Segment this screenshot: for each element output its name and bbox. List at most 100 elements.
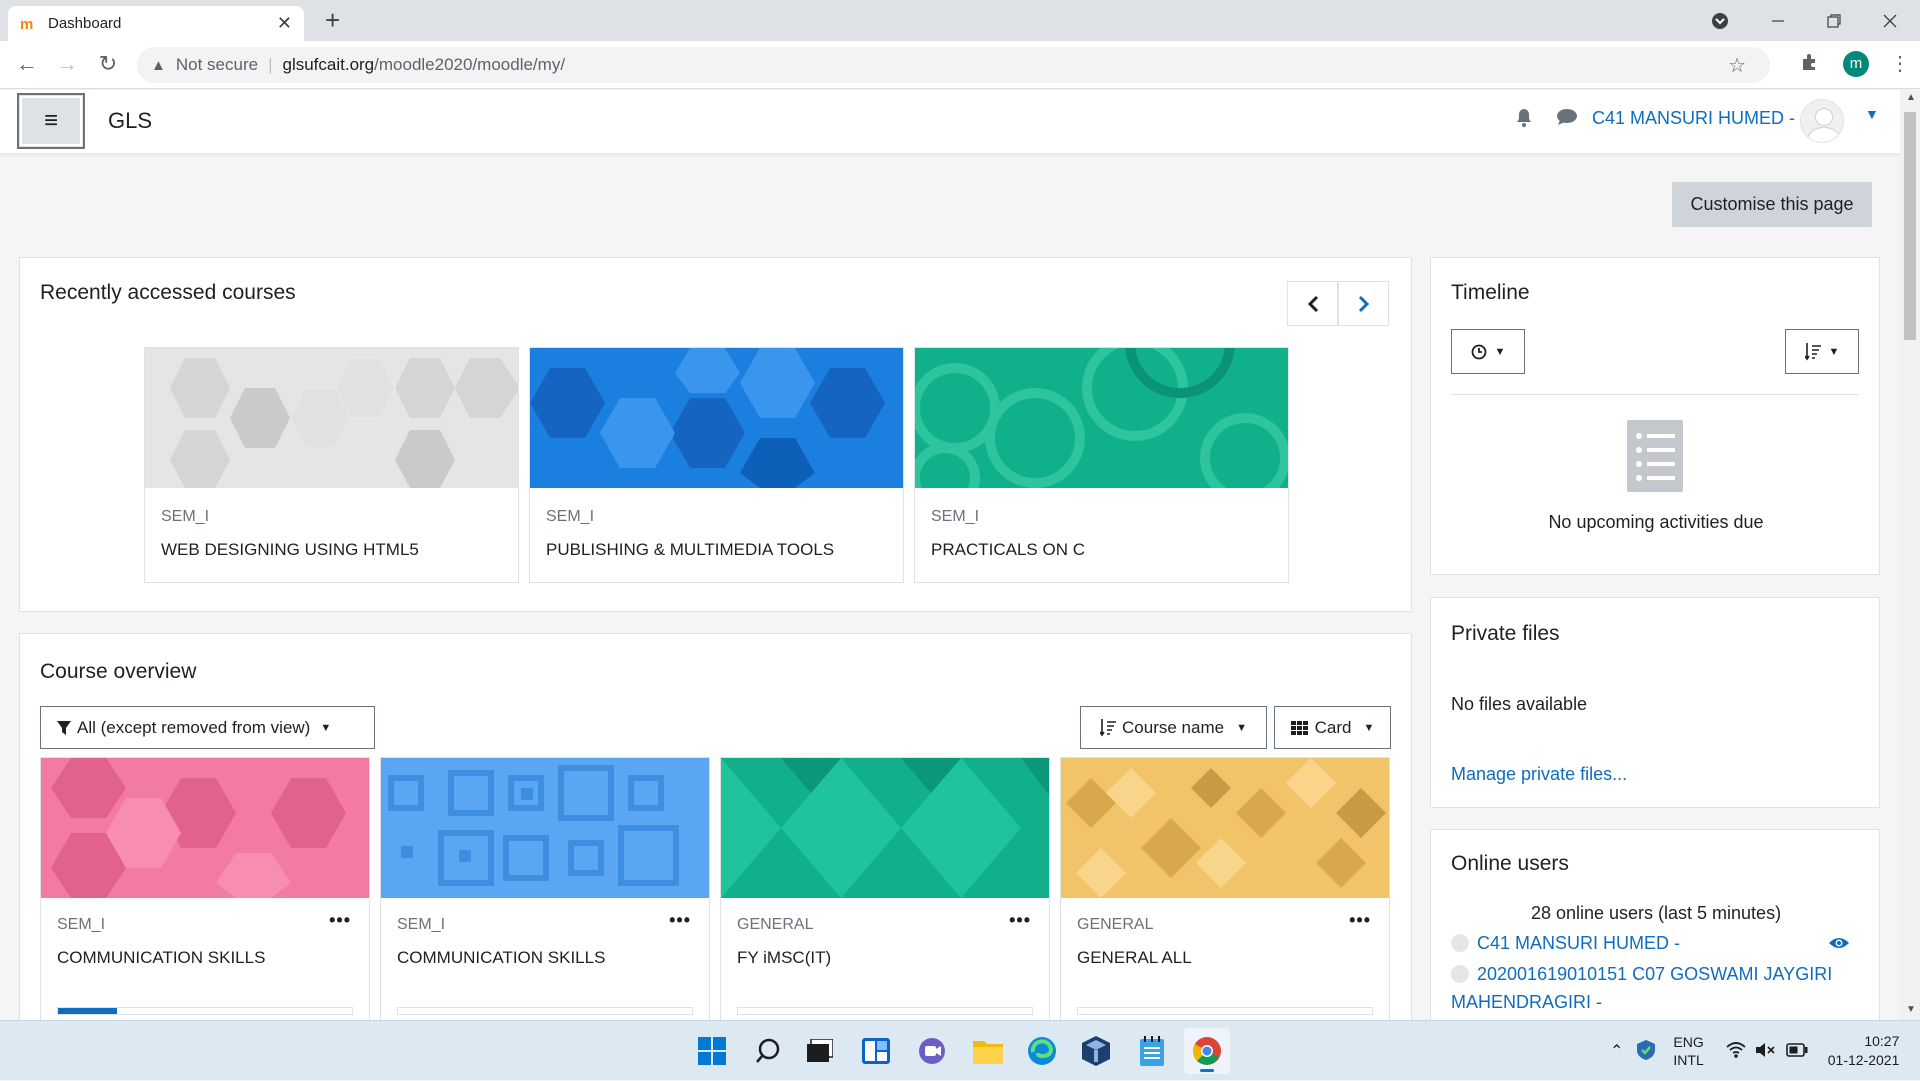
private-files-block: Private files No files available Manage …	[1430, 597, 1880, 808]
course-category: GENERAL	[1077, 916, 1154, 933]
course-actions-menu-icon[interactable]: •••	[1009, 910, 1031, 931]
online-user-link[interactable]: 202001619010151 C07 GOSWAMI JAYGIRI	[1477, 964, 1832, 984]
warning-triangle-icon: ▲	[151, 56, 166, 74]
course-name[interactable]: FY iMSC(IT)	[737, 948, 831, 968]
nav-drawer-toggle-button[interactable]: ≡	[17, 93, 85, 149]
course-image[interactable]	[41, 758, 369, 898]
widgets-icon[interactable]	[860, 1035, 892, 1067]
course-image[interactable]	[915, 348, 1288, 488]
course-category: SEM_I	[546, 508, 595, 525]
course-name[interactable]: COMMUNICATION SKILLS	[397, 948, 605, 968]
address-bar[interactable]: ▲ Not secure | glsufcait.org /moodle2020…	[137, 47, 1770, 83]
course-name[interactable]: COMMUNICATION SKILLS	[57, 948, 265, 968]
online-users-summary: 28 online users (last 5 minutes)	[1530, 903, 1782, 923]
online-user-link[interactable]: C41 MANSURI HUMED -	[1477, 933, 1680, 953]
virtualbox-icon[interactable]	[1080, 1035, 1112, 1067]
volume-muted-icon[interactable]	[1755, 1042, 1776, 1061]
extensions-puzzle-icon[interactable]	[1800, 52, 1820, 78]
course-name[interactable]: GENERAL ALL	[1077, 948, 1192, 968]
recent-course-card[interactable]: SEM_I PRACTICALS ON C	[914, 347, 1289, 583]
language-code: ENG	[1673, 1034, 1704, 1050]
clock[interactable]: 10:27 01-12-2021	[1828, 1032, 1900, 1070]
system-tray: ⌃ ENG INTL 10:27 01-12-2021	[1610, 1021, 1899, 1081]
course-actions-menu-icon[interactable]: •••	[329, 910, 351, 931]
eye-visibility-icon[interactable]	[1828, 936, 1850, 955]
tab-search-icon[interactable]	[1692, 0, 1748, 41]
course-image[interactable]	[721, 758, 1049, 898]
security-shield-icon[interactable]	[1637, 1039, 1656, 1063]
timeline-sort-dropdown[interactable]: ▼	[1785, 329, 1859, 374]
course-name[interactable]: PRACTICALS ON C	[931, 540, 1085, 560]
scroll-down-arrow-icon[interactable]: ▼	[1906, 1004, 1916, 1015]
search-icon[interactable]	[752, 1035, 784, 1067]
browser-tab-dashboard[interactable]: m Dashboard ✕	[8, 6, 304, 41]
bookmark-star-icon[interactable]: ☆	[1728, 53, 1746, 78]
chevron-down-icon: ▼	[1828, 345, 1840, 358]
customise-page-button[interactable]: Customise this page	[1672, 182, 1872, 227]
course-actions-menu-icon[interactable]: •••	[669, 910, 691, 931]
view-dropdown[interactable]: Card ▼	[1274, 706, 1391, 749]
block-title: Online users	[1451, 852, 1569, 875]
empty-activities-icon	[1627, 420, 1683, 497]
course-image[interactable]	[1061, 758, 1389, 898]
recent-course-card[interactable]: SEM_I PUBLISHING & MULTIMEDIA TOOLS	[529, 347, 904, 583]
messages-chat-icon[interactable]	[1556, 108, 1578, 131]
user-menu-name[interactable]: C41 MANSURI HUMED -	[1592, 108, 1795, 129]
page-scrollbar[interactable]: ▲ ▼	[1900, 90, 1920, 1020]
online-user-row[interactable]: C41 MANSURI HUMED -	[1451, 933, 1680, 954]
close-window-icon[interactable]	[1862, 0, 1918, 41]
tab-close-icon[interactable]: ✕	[277, 13, 292, 34]
input-language-indicator[interactable]: ENG INTL	[1673, 1033, 1703, 1069]
overview-course-card[interactable]: GENERAL ••• FY iMSC(IT)	[720, 757, 1050, 1037]
overview-course-card[interactable]: SEM_I ••• COMMUNICATION SKILLS	[380, 757, 710, 1037]
progress-fill	[58, 1008, 117, 1014]
overview-course-card[interactable]: SEM_I ••• COMMUNICATION SKILLS	[40, 757, 370, 1037]
user-avatar-icon	[1451, 965, 1469, 983]
site-brand[interactable]: GLS	[108, 108, 152, 134]
scrollbar-thumb[interactable]	[1904, 112, 1916, 340]
minimize-window-icon[interactable]	[1750, 0, 1806, 41]
wifi-icon[interactable]	[1726, 1041, 1746, 1061]
sort-dropdown[interactable]: Course name ▼	[1080, 706, 1267, 749]
security-status[interactable]: Not secure	[176, 55, 258, 75]
course-name[interactable]: PUBLISHING & MULTIMEDIA TOOLS	[546, 540, 834, 560]
user-avatar[interactable]	[1800, 99, 1844, 143]
course-image[interactable]	[381, 758, 709, 898]
course-actions-menu-icon[interactable]: •••	[1349, 910, 1371, 931]
course-image[interactable]	[530, 348, 903, 488]
timeline-day-filter-dropdown[interactable]: ▼	[1451, 329, 1525, 374]
notifications-bell-icon[interactable]	[1515, 108, 1533, 134]
file-explorer-icon[interactable]	[972, 1035, 1004, 1067]
forward-arrow-icon[interactable]: →	[54, 53, 80, 75]
scroll-up-arrow-icon[interactable]: ▲	[1906, 92, 1916, 103]
online-user-link-continued[interactable]: MAHENDRAGIRI -	[1451, 992, 1602, 1013]
online-users-block: Online users 28 online users (last 5 min…	[1430, 829, 1880, 1049]
recent-course-card[interactable]: SEM_I WEB DESIGNING USING HTML5	[144, 347, 519, 583]
course-name[interactable]: WEB DESIGNING USING HTML5	[161, 540, 419, 560]
reload-icon[interactable]: ↻	[95, 53, 121, 75]
teams-chat-icon[interactable]	[916, 1035, 948, 1067]
carousel-next-button[interactable]	[1338, 281, 1389, 326]
overview-course-card[interactable]: GENERAL ••• GENERAL ALL	[1060, 757, 1390, 1037]
grouping-filter-dropdown[interactable]: All (except removed from view) ▼	[40, 706, 375, 749]
restore-window-icon[interactable]	[1806, 0, 1862, 41]
tab-title: Dashboard	[48, 15, 122, 32]
manage-private-files-link[interactable]: Manage private files...	[1451, 764, 1627, 785]
user-menu-caret-icon[interactable]: ▼	[1865, 106, 1879, 122]
task-view-icon[interactable]	[804, 1035, 836, 1067]
new-tab-button[interactable]: +	[325, 6, 340, 34]
course-category: SEM_I	[397, 916, 446, 933]
show-hidden-icons-chevron-icon[interactable]: ⌃	[1610, 1041, 1623, 1061]
notepad-icon[interactable]	[1136, 1035, 1168, 1067]
edge-browser-icon[interactable]	[1026, 1035, 1058, 1067]
back-arrow-icon[interactable]: ←	[14, 53, 40, 75]
site-navbar: ≡ GLS C41 MANSURI HUMED - ▼	[0, 90, 1900, 153]
carousel-prev-button[interactable]	[1287, 281, 1338, 326]
windows-start-icon[interactable]	[696, 1035, 728, 1067]
chrome-browser-icon[interactable]	[1184, 1028, 1230, 1074]
battery-icon[interactable]	[1785, 1042, 1808, 1060]
browser-profile-avatar[interactable]: m	[1843, 51, 1869, 77]
online-user-row[interactable]: 202001619010151 C07 GOSWAMI JAYGIRI	[1451, 964, 1832, 985]
course-image[interactable]	[145, 348, 518, 488]
browser-menu-icon[interactable]: ⋮	[1890, 51, 1910, 76]
